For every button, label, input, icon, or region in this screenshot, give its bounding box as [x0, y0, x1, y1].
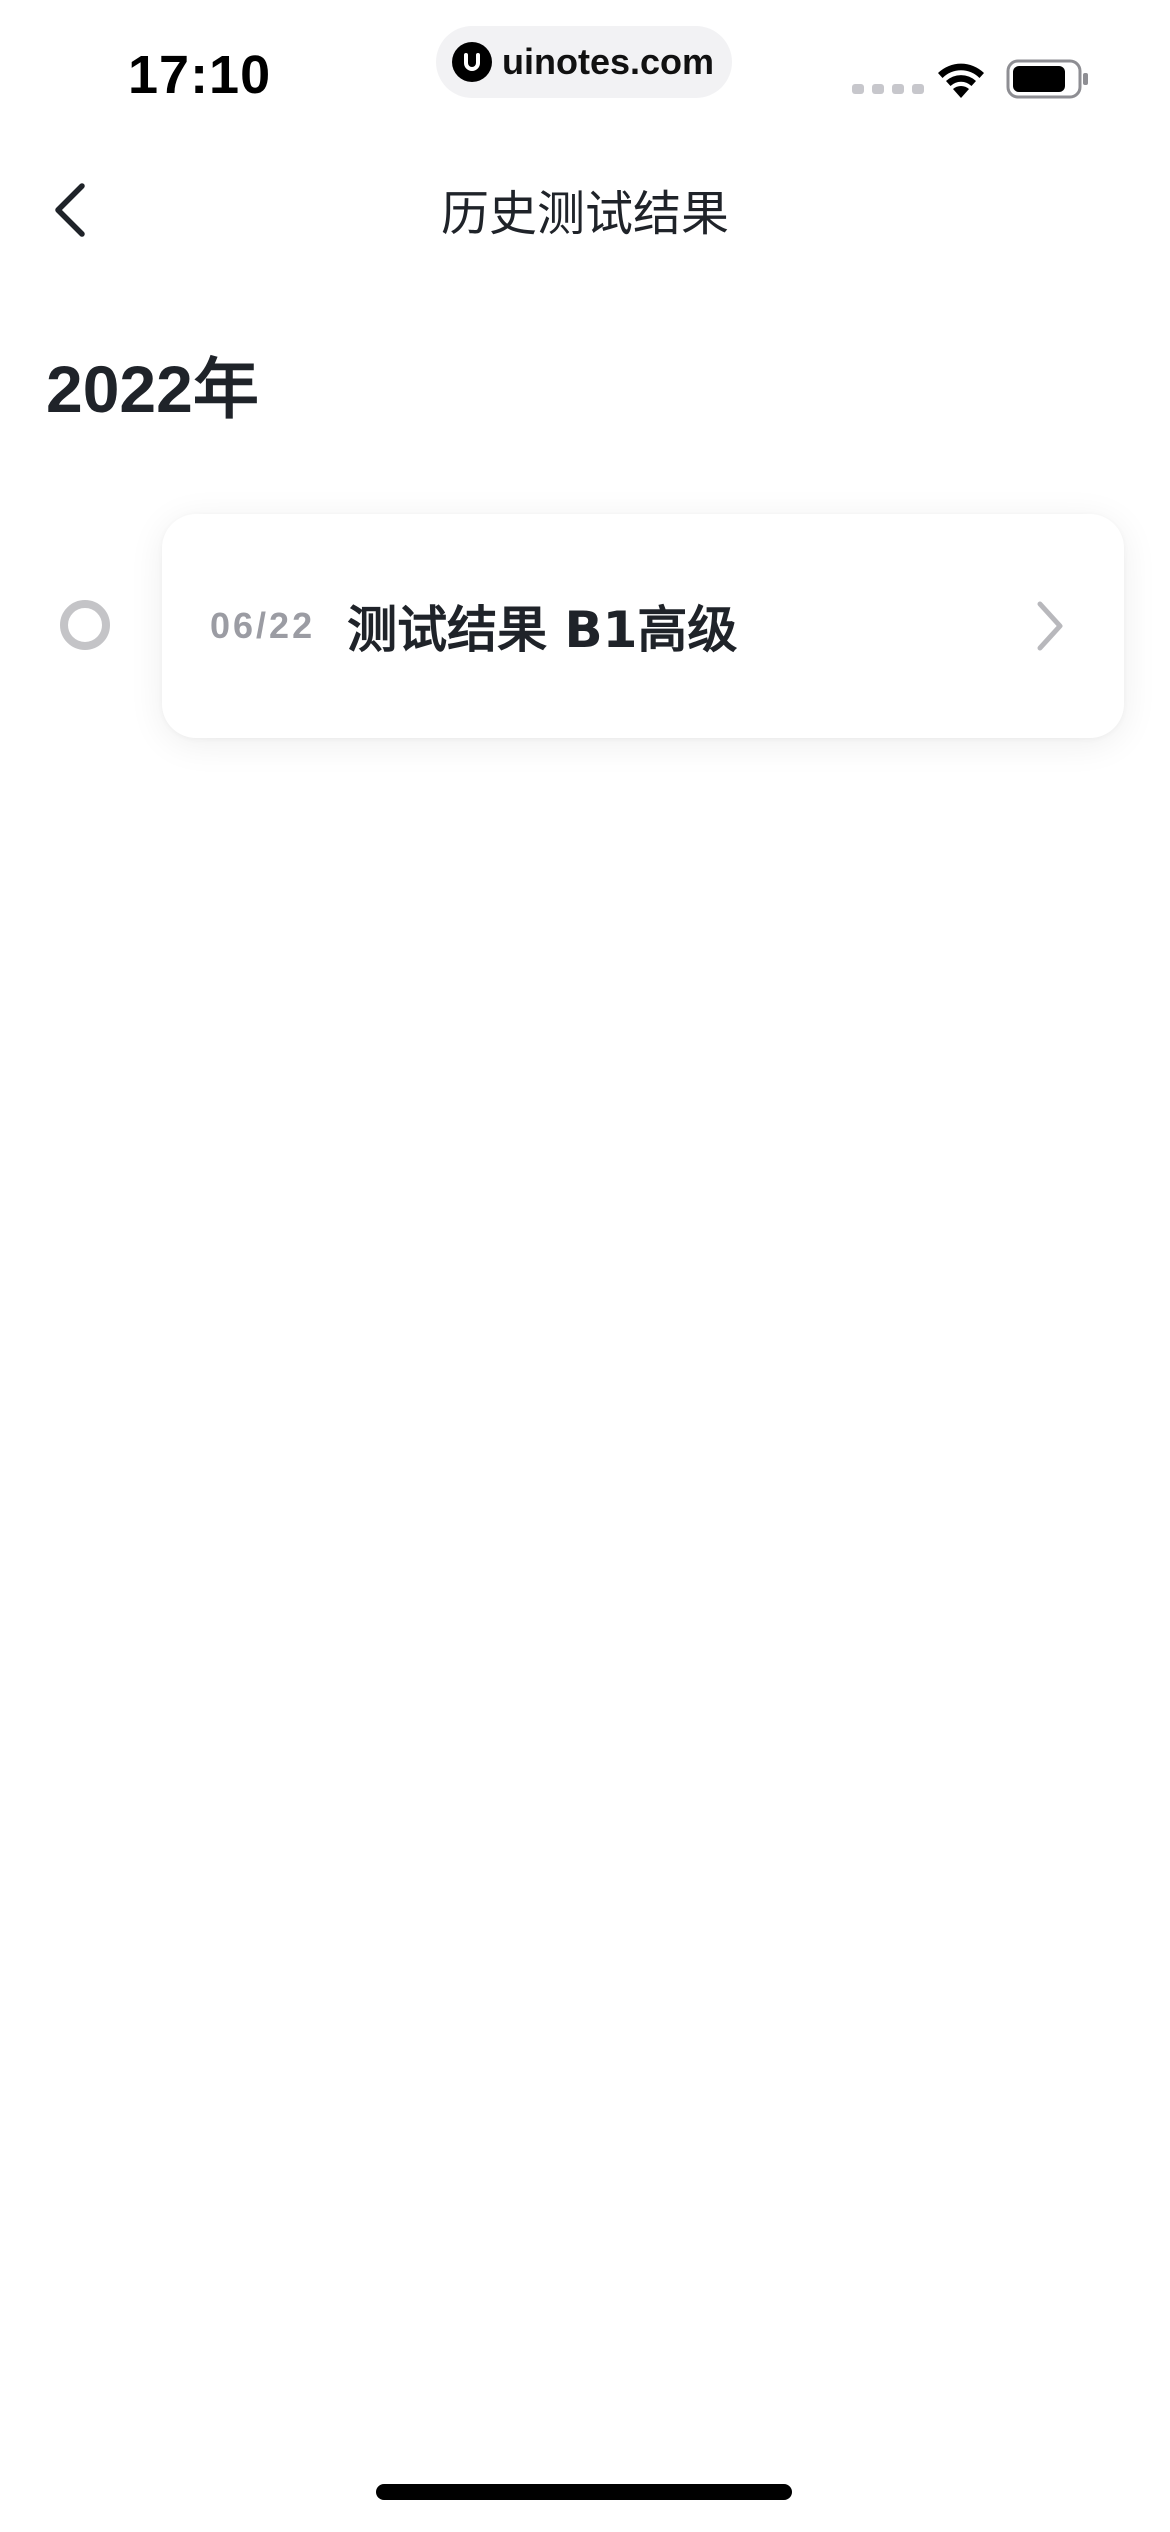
navigation-bar: 历史测试结果: [0, 150, 1170, 270]
wifi-icon: [934, 58, 988, 104]
page-title: 历史测试结果: [440, 186, 729, 242]
url-text: uinotes.com: [502, 41, 715, 82]
history-results-screen: 17:10 uinotes.com 历史测试结果 2022年 06/22 测试结…: [0, 0, 1170, 2532]
status-time: 17:10: [128, 45, 272, 105]
result-card[interactable]: 06/22 测试结果 B1高级: [162, 514, 1124, 738]
url-pill: uinotes.com: [436, 26, 732, 98]
uinotes-logo-icon: [452, 42, 492, 82]
result-title: 测试结果 B1高级: [347, 601, 738, 659]
home-indicator[interactable]: [376, 2484, 792, 2500]
result-date: 06/22: [210, 605, 316, 646]
signal-icon: [852, 84, 924, 94]
status-bar: 17:10 uinotes.com: [0, 0, 1170, 150]
timeline-dot-icon: [60, 600, 110, 650]
chevron-right-icon: [1037, 601, 1063, 651]
battery-icon: [1006, 58, 1090, 104]
year-heading: 2022年: [46, 352, 259, 426]
